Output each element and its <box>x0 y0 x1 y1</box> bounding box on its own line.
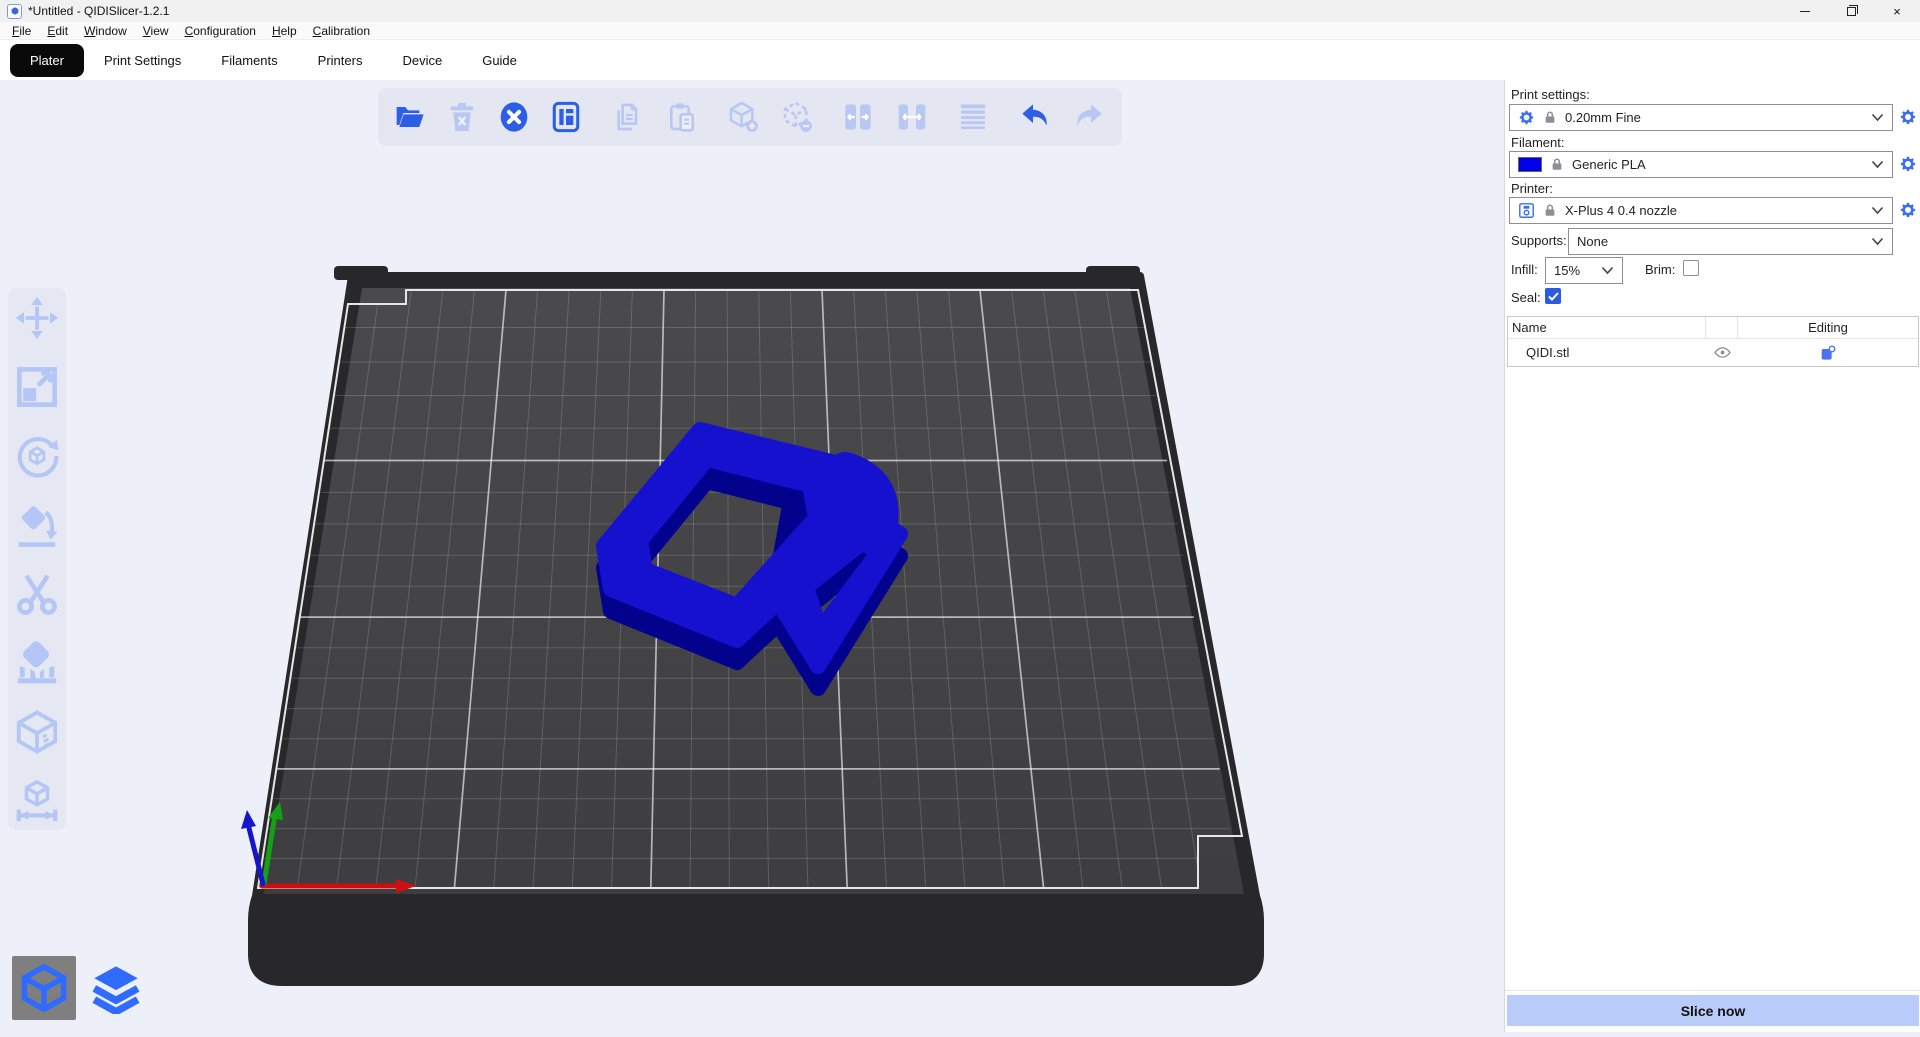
preview-view-button[interactable] <box>84 956 148 1020</box>
tab-guide[interactable]: Guide <box>462 44 537 77</box>
cut-tool[interactable] <box>11 568 63 620</box>
menu-edit[interactable]: Edit <box>39 23 76 39</box>
supports-value: None <box>1577 234 1608 249</box>
brim-label: Brim: <box>1645 262 1675 277</box>
build-plate-scene <box>0 80 1504 1032</box>
column-visibility <box>1706 317 1738 338</box>
eye-icon[interactable] <box>1714 346 1731 359</box>
open-button[interactable] <box>390 97 430 137</box>
3d-viewport[interactable] <box>0 80 1504 1032</box>
printer-label: Printer: <box>1511 181 1553 196</box>
seal-checkbox[interactable] <box>1545 288 1561 304</box>
window-title: *Untitled - QIDISlicer-1.2.1 <box>28 4 169 18</box>
maximize-button[interactable] <box>1828 0 1874 22</box>
print-settings-select[interactable]: 0.20mm Fine <box>1509 104 1893 131</box>
menu-view[interactable]: View <box>135 23 177 39</box>
objects-table-header: Name Editing <box>1508 317 1918 339</box>
printer-select[interactable]: X-Plus 4 0.4 nozzle <box>1509 197 1893 224</box>
gear-icon <box>1518 109 1535 126</box>
chevron-down-icon <box>1871 113 1884 122</box>
scale-tool[interactable] <box>11 361 63 413</box>
right-panel: Print settings: 0.20mm Fine Filament: Ge… <box>1504 80 1920 1032</box>
column-name: Name <box>1508 317 1706 338</box>
remove-instance-button[interactable] <box>777 97 817 137</box>
close-icon: × <box>1893 5 1901 18</box>
app-icon <box>7 4 22 19</box>
paint-supports-tool[interactable] <box>11 637 63 689</box>
table-row[interactable]: QIDI.stl <box>1508 339 1918 366</box>
lock-icon <box>1543 203 1557 218</box>
measure-tool[interactable] <box>11 775 63 827</box>
split-to-objects-button[interactable] <box>838 97 878 137</box>
infill-select[interactable]: 15% <box>1545 257 1623 284</box>
edit-icon[interactable] <box>1820 345 1836 361</box>
redo-button[interactable] <box>1069 97 1109 137</box>
editor-view-button[interactable] <box>12 956 76 1020</box>
object-name: QIDI.stl <box>1508 345 1706 360</box>
printer-value: X-Plus 4 0.4 nozzle <box>1565 203 1677 218</box>
split-to-parts-button[interactable] <box>892 97 932 137</box>
tab-plater[interactable]: Plater <box>10 44 84 77</box>
menu-configuration[interactable]: Configuration <box>177 23 264 39</box>
lock-icon <box>1543 110 1557 125</box>
printer-gear-button[interactable] <box>1899 201 1917 219</box>
tab-print-settings[interactable]: Print Settings <box>84 44 201 77</box>
filament-value: Generic PLA <box>1572 157 1646 172</box>
seam-painting-tool[interactable] <box>11 706 63 758</box>
minimize-button[interactable] <box>1782 0 1828 22</box>
close-button[interactable]: × <box>1874 0 1920 22</box>
maximize-icon <box>1847 7 1856 16</box>
printer-icon <box>1518 202 1535 219</box>
column-editing: Editing <box>1738 320 1918 335</box>
supports-label: Supports: <box>1511 233 1567 248</box>
delete-all-button[interactable] <box>494 97 534 137</box>
chevron-down-icon <box>1871 237 1884 246</box>
lock-icon <box>1550 157 1564 172</box>
print-settings-value: 0.20mm Fine <box>1565 110 1641 125</box>
objects-table: Name Editing QIDI.stl <box>1507 316 1919 367</box>
seal-label: Seal: <box>1511 290 1541 305</box>
print-settings-label: Print settings: <box>1511 87 1590 102</box>
copy-button[interactable] <box>608 97 648 137</box>
move-tool[interactable] <box>11 292 63 344</box>
infill-label: Infill: <box>1511 262 1538 277</box>
tab-filaments[interactable]: Filaments <box>201 44 297 77</box>
arrange-button[interactable] <box>546 97 586 137</box>
undo-button[interactable] <box>1015 97 1055 137</box>
panel-separator <box>1505 990 1920 991</box>
delete-button[interactable] <box>442 97 482 137</box>
variable-layer-height-button[interactable] <box>953 97 993 137</box>
filament-select[interactable]: Generic PLA <box>1509 151 1893 178</box>
slice-now-button[interactable]: Slice now <box>1507 995 1919 1026</box>
menu-bar: File Edit Window View Configuration Help… <box>0 22 1920 40</box>
add-instance-button[interactable] <box>723 97 763 137</box>
filament-gear-button[interactable] <box>1899 155 1917 173</box>
tab-bar: Plater Print Settings Filaments Printers… <box>0 40 1920 80</box>
filament-color-swatch <box>1518 157 1542 172</box>
minimize-icon <box>1800 11 1810 12</box>
print-settings-gear-button[interactable] <box>1899 108 1917 126</box>
infill-value: 15% <box>1554 263 1580 278</box>
brim-checkbox[interactable] <box>1683 260 1699 276</box>
place-on-face-tool[interactable] <box>11 499 63 551</box>
menu-calibration[interactable]: Calibration <box>305 23 378 39</box>
menu-window[interactable]: Window <box>76 23 135 39</box>
supports-select[interactable]: None <box>1568 228 1893 255</box>
tab-printers[interactable]: Printers <box>298 44 383 77</box>
chevron-down-icon <box>1871 206 1884 215</box>
paste-button[interactable] <box>662 97 702 137</box>
title-bar: *Untitled - QIDISlicer-1.2.1 × <box>0 0 1920 22</box>
chevron-down-icon <box>1871 160 1884 169</box>
menu-help[interactable]: Help <box>264 23 305 39</box>
rotate-tool[interactable] <box>11 430 63 482</box>
tab-device[interactable]: Device <box>382 44 462 77</box>
chevron-down-icon <box>1601 266 1614 275</box>
filament-label: Filament: <box>1511 135 1564 150</box>
menu-file[interactable]: File <box>4 23 39 39</box>
